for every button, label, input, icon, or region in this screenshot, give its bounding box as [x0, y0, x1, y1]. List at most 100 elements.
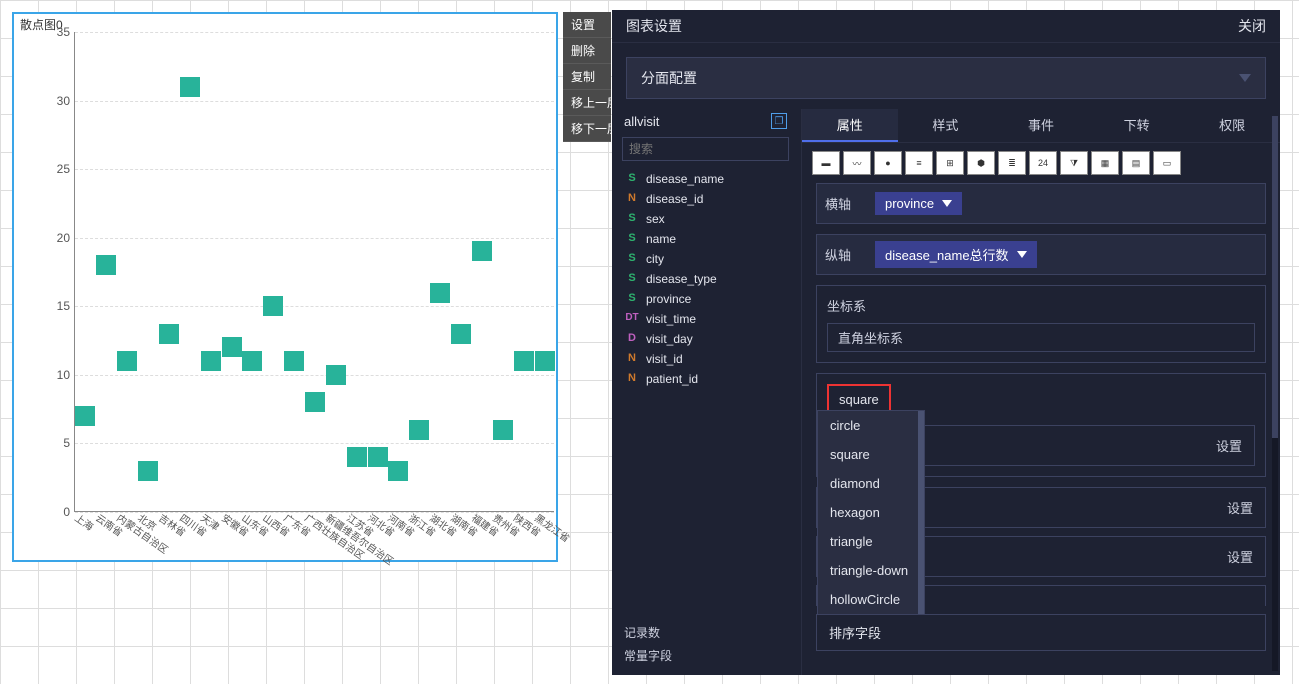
shape-dropdown: circlesquarediamondhexagontriangletriang… — [817, 410, 925, 615]
x-axis-label: 横轴 — [817, 184, 869, 223]
chart-type-thumb[interactable]: ≣ — [998, 151, 1026, 175]
data-point[interactable] — [430, 283, 450, 303]
setting-button[interactable]: 设置 — [1227, 547, 1253, 566]
constant-field-link[interactable]: 常量字段 — [624, 644, 787, 667]
datasource-row: allvisit ❐ — [618, 109, 793, 133]
scrollbar[interactable] — [1272, 116, 1278, 671]
chevron-down-icon — [1239, 74, 1251, 82]
setting-button[interactable]: 设置 — [1227, 498, 1253, 517]
context-menu-item[interactable]: 复制 — [563, 64, 611, 90]
chart-type-thumbs: ▬〰●≡⊞⬢≣24⧩▦▤▭ — [802, 143, 1280, 183]
field-item[interactable]: Sprovince — [618, 289, 793, 309]
data-point[interactable] — [388, 461, 408, 481]
shape-option[interactable]: triangle-down — [818, 556, 924, 585]
field-item[interactable]: Ssex — [618, 209, 793, 229]
data-point[interactable] — [368, 447, 388, 467]
data-point[interactable] — [201, 351, 221, 371]
chart-type-thumb[interactable]: ▦ — [1091, 151, 1119, 175]
field-type-badge: S — [624, 272, 640, 286]
data-point[interactable] — [138, 461, 158, 481]
field-type-badge: D — [624, 332, 640, 346]
x-axis-chip[interactable]: province — [875, 192, 962, 215]
field-type-badge: S — [624, 212, 640, 226]
context-menu-item[interactable]: 移上一层 — [563, 90, 611, 116]
field-item[interactable]: Scity — [618, 249, 793, 269]
field-name: name — [646, 232, 676, 246]
context-menu-item[interactable]: 设置 — [563, 12, 611, 38]
field-item[interactable]: Sdisease_name — [618, 169, 793, 189]
chart-type-thumb[interactable]: ⧩ — [1060, 151, 1088, 175]
chart-settings-panel: 图表设置 关闭 分面配置 allvisit ❐ Sdisease_nameNdi… — [612, 10, 1280, 675]
field-item[interactable]: Nvisit_id — [618, 349, 793, 369]
tab-0[interactable]: 属性 — [802, 109, 898, 142]
field-item[interactable]: Dvisit_day — [618, 329, 793, 349]
data-point[interactable] — [96, 255, 116, 275]
field-list: Sdisease_nameNdisease_idSsexSnameScitySd… — [618, 169, 793, 613]
data-point[interactable] — [535, 351, 555, 371]
field-type-badge: S — [624, 172, 640, 186]
field-name: disease_id — [646, 192, 703, 206]
tab-4[interactable]: 权限 — [1184, 109, 1280, 142]
field-name: sex — [646, 212, 665, 226]
copy-icon[interactable]: ❐ — [771, 113, 787, 129]
setting-button[interactable]: 设置 — [1216, 436, 1242, 455]
tab-2[interactable]: 事件 — [993, 109, 1089, 142]
context-menu-item[interactable]: 移下一层 — [563, 116, 611, 142]
data-point[interactable] — [493, 420, 513, 440]
sort-label: 排序字段 — [829, 626, 881, 641]
settings-title: 图表设置 — [626, 16, 682, 36]
y-tick: 5 — [63, 436, 70, 450]
records-link[interactable]: 记录数 — [624, 621, 787, 644]
chart-type-thumb[interactable]: ▤ — [1122, 151, 1150, 175]
search-input[interactable] — [622, 137, 789, 161]
data-point[interactable] — [514, 351, 534, 371]
data-point[interactable] — [242, 351, 262, 371]
scrollbar-thumb[interactable] — [1272, 116, 1278, 438]
tab-3[interactable]: 下转 — [1089, 109, 1185, 142]
field-item[interactable]: DTvisit_time — [618, 309, 793, 329]
data-point[interactable] — [347, 447, 367, 467]
y-axis-chip[interactable]: disease_name总行数 — [875, 241, 1037, 268]
context-menu-item[interactable]: 删除 — [563, 38, 611, 64]
data-point[interactable] — [451, 324, 471, 344]
shape-option[interactable]: square — [818, 440, 924, 469]
y-tick: 35 — [57, 25, 70, 39]
chart-type-thumb[interactable]: ≡ — [905, 151, 933, 175]
data-point[interactable] — [159, 324, 179, 344]
shape-option[interactable]: triangle — [818, 527, 924, 556]
coord-input[interactable] — [827, 323, 1255, 352]
data-point[interactable] — [284, 351, 304, 371]
chart-type-thumb[interactable]: ▭ — [1153, 151, 1181, 175]
chart-type-thumb[interactable]: ▬ — [812, 151, 840, 175]
shape-option[interactable]: diamond — [818, 469, 924, 498]
shape-option[interactable]: hollowCircle — [818, 585, 924, 614]
chart-type-thumb[interactable]: ⬢ — [967, 151, 995, 175]
shape-option[interactable]: circle — [818, 411, 924, 440]
close-button[interactable]: 关闭 — [1238, 16, 1266, 36]
shape-option[interactable]: hexagon — [818, 498, 924, 527]
chart-type-thumb[interactable]: 24 — [1029, 151, 1057, 175]
data-point[interactable] — [472, 241, 492, 261]
data-point[interactable] — [263, 296, 283, 316]
facet-config-bar[interactable]: 分面配置 — [626, 57, 1266, 99]
data-point[interactable] — [222, 337, 242, 357]
field-item[interactable]: Ndisease_id — [618, 189, 793, 209]
field-item[interactable]: Sname — [618, 229, 793, 249]
data-point[interactable] — [180, 77, 200, 97]
data-point[interactable] — [326, 365, 346, 385]
config-tabs: 属性样式事件下转权限 — [802, 109, 1280, 143]
data-point[interactable] — [117, 351, 137, 371]
chart-type-thumb[interactable]: ⊞ — [936, 151, 964, 175]
field-type-badge: N — [624, 192, 640, 206]
field-item[interactable]: Sdisease_type — [618, 269, 793, 289]
data-point[interactable] — [409, 420, 429, 440]
chart-type-thumb[interactable]: ● — [874, 151, 902, 175]
chart-type-thumb[interactable]: 〰 — [843, 151, 871, 175]
field-item[interactable]: Npatient_id — [618, 369, 793, 389]
field-type-badge: N — [624, 372, 640, 386]
tab-1[interactable]: 样式 — [898, 109, 994, 142]
data-point[interactable] — [75, 406, 95, 426]
field-name: disease_name — [646, 172, 724, 186]
scatter-chart-panel[interactable]: 散点图0 05101520253035 上海云南省内蒙古自治区北京吉林省四川省天… — [12, 12, 558, 562]
data-point[interactable] — [305, 392, 325, 412]
